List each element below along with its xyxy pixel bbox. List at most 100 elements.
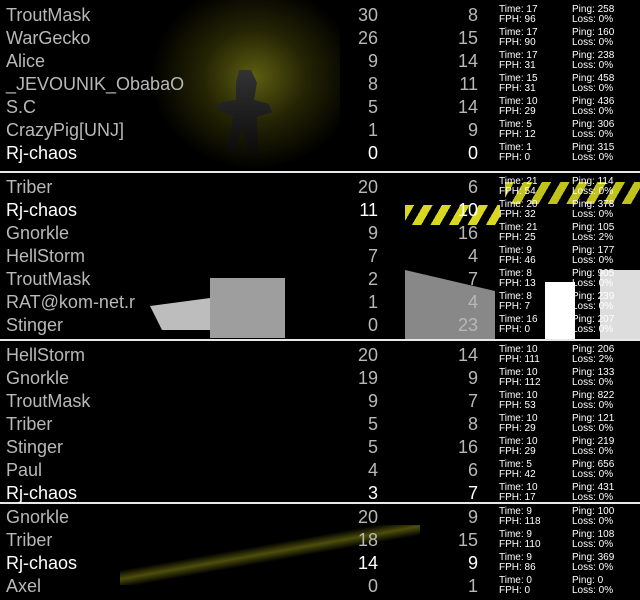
- death-count: 8: [467, 5, 478, 25]
- player-row: TroutMask 30 8 Time: 17 Ping: 258 FPH: 96 Loss…: [0, 4, 640, 27]
- fph-stat: FPH: 53: [499, 400, 536, 411]
- death-count: 7: [467, 483, 478, 503]
- loss-stat: Loss: 0%: [572, 60, 614, 71]
- player-row: Stinger 0 23 Time: 16 Ping: 207 FPH: 0 Loss: 0…: [0, 314, 640, 337]
- death-count: 10: [457, 200, 478, 220]
- loss-stat: Loss: 0%: [572, 469, 614, 480]
- frag-count: 14: [357, 553, 378, 573]
- frag-count: 20: [357, 177, 378, 197]
- loss-stat: Loss: 0%: [572, 585, 614, 596]
- player-name: RAT@kom-net.r: [6, 292, 135, 312]
- death-count: 14: [457, 97, 478, 117]
- fph-stat: FPH: 29: [499, 106, 536, 117]
- player-row: Gnorkle 20 9 Time: 9 Ping: 100 FPH: 118 Loss: …: [0, 506, 640, 529]
- death-count: 0: [467, 143, 478, 163]
- frag-count: 4: [367, 460, 378, 480]
- fph-stat: FPH: 29: [499, 446, 536, 457]
- loss-stat: Loss: 0%: [572, 301, 614, 312]
- player-row: Alice 9 14 Time: 17 Ping: 238 FPH: 31 Loss: 0%: [0, 50, 640, 73]
- death-count: 6: [467, 177, 478, 197]
- loss-stat: Loss: 0%: [572, 324, 614, 335]
- frag-count: 2: [367, 269, 378, 289]
- death-count: 16: [457, 437, 478, 457]
- fph-stat: FPH: 31: [499, 83, 536, 94]
- frag-count: 9: [367, 223, 378, 243]
- death-count: 11: [459, 74, 478, 94]
- player-name: Triber: [6, 177, 53, 197]
- player-name: Alice: [6, 51, 46, 71]
- loss-stat: Loss: 0%: [572, 14, 614, 25]
- player-name: Triber: [6, 530, 53, 550]
- player-row: Rj-chaos 0 0 Time: 1 Ping: 315 FPH: 0 Loss: 0%: [0, 142, 640, 165]
- loss-stat: Loss: 0%: [572, 423, 614, 434]
- frag-count: 20: [357, 345, 378, 365]
- fph-stat: FPH: 111: [499, 354, 540, 365]
- loss-stat: Loss: 0%: [572, 186, 614, 197]
- loss-stat: Loss: 2%: [572, 232, 614, 243]
- fph-stat: FPH: 86: [499, 562, 536, 573]
- death-count: 15: [457, 530, 478, 550]
- player-row: TroutMask 2 7 Time: 8 Ping: 905 FPH: 13 Loss: …: [0, 268, 640, 291]
- player-row: CrazyPig[UNJ] 1 9 Time: 5 Ping: 306 FPH: 12 Lo…: [0, 119, 640, 142]
- panel-divider: [0, 171, 640, 173]
- player-name: Gnorkle: [6, 368, 70, 388]
- loss-stat: Loss: 2%: [572, 354, 614, 365]
- player-name: TroutMask: [6, 269, 91, 289]
- death-count: 7: [467, 269, 478, 289]
- loss-stat: Loss: 0%: [572, 400, 614, 411]
- player-row: Triber 20 6 Time: 21 Ping: 114 FPH: 54 Loss: 0…: [0, 176, 640, 199]
- frag-count: 18: [357, 530, 378, 550]
- player-row: TroutMask 9 7 Time: 10 Ping: 822 FPH: 53 Loss:…: [0, 390, 640, 413]
- death-count: 9: [467, 507, 478, 527]
- frag-count: 1: [367, 120, 378, 140]
- player-name: WarGecko: [6, 28, 91, 48]
- loss-stat: Loss: 0%: [572, 516, 614, 527]
- fph-stat: FPH: 13: [499, 278, 536, 289]
- fph-stat: FPH: 46: [499, 255, 536, 266]
- frag-count: 9: [367, 391, 378, 411]
- frag-count: 8: [367, 74, 378, 94]
- loss-stat: Loss: 0%: [572, 37, 614, 48]
- frag-count: 7: [367, 246, 378, 266]
- player-row: HellStorm 20 14 Time: 10 Ping: 206 FPH: 111 Lo…: [0, 344, 640, 367]
- death-count: 16: [457, 223, 478, 243]
- loss-stat: Loss: 0%: [572, 83, 614, 94]
- player-row: Rj-chaos 11 10 Time: 20 Ping: 378 FPH: 32 Loss…: [0, 199, 640, 222]
- loss-stat: Loss: 0%: [572, 562, 614, 573]
- fph-stat: FPH: 112: [499, 377, 541, 388]
- player-row: Triber 5 8 Time: 10 Ping: 121 FPH: 29 Loss: 0%: [0, 413, 640, 436]
- fph-stat: FPH: 90: [499, 37, 536, 48]
- loss-stat: Loss: 0%: [572, 492, 614, 503]
- player-name: Axel: [6, 576, 42, 596]
- loss-stat: Loss: 0%: [572, 446, 614, 457]
- player-name: HellStorm: [6, 345, 86, 365]
- player-row: HellStorm 7 4 Time: 9 Ping: 177 FPH: 46 Loss: …: [0, 245, 640, 268]
- fph-stat: FPH: 12: [499, 129, 536, 140]
- player-name: Rj-chaos: [6, 483, 78, 503]
- frag-count: 9: [367, 51, 378, 71]
- frag-count: 30: [357, 5, 378, 25]
- frag-count: 5: [367, 437, 378, 457]
- frag-count: 3: [367, 483, 378, 503]
- death-count: 14: [457, 51, 478, 71]
- death-count: 9: [467, 553, 478, 573]
- loss-stat: Loss: 0%: [572, 152, 614, 163]
- player-name: S.C: [6, 97, 37, 117]
- player-name: Gnorkle: [6, 223, 70, 243]
- death-count: 9: [467, 368, 478, 388]
- player-row: Rj-chaos 14 9 Time: 9 Ping: 369 FPH: 86 Loss: …: [0, 552, 640, 575]
- player-row: RAT@kom-net.r 1 4 Time: 8 Ping: 239 FPH: 7 Los…: [0, 291, 640, 314]
- player-row: WarGecko 26 15 Time: 17 Ping: 160 FPH: 90 Loss…: [0, 27, 640, 50]
- frag-count: 11: [359, 200, 378, 220]
- frag-count: 1: [367, 292, 378, 312]
- death-count: 23: [457, 315, 478, 335]
- player-name: Triber: [6, 414, 53, 434]
- death-count: 4: [467, 292, 478, 312]
- death-count: 9: [467, 120, 478, 140]
- player-name: TroutMask: [6, 391, 91, 411]
- loss-stat: Loss: 0%: [572, 377, 614, 388]
- frag-count: 20: [357, 507, 378, 527]
- fph-stat: FPH: 54: [499, 186, 536, 197]
- fph-stat: FPH: 110: [499, 539, 541, 550]
- fph-stat: FPH: 17: [499, 492, 536, 503]
